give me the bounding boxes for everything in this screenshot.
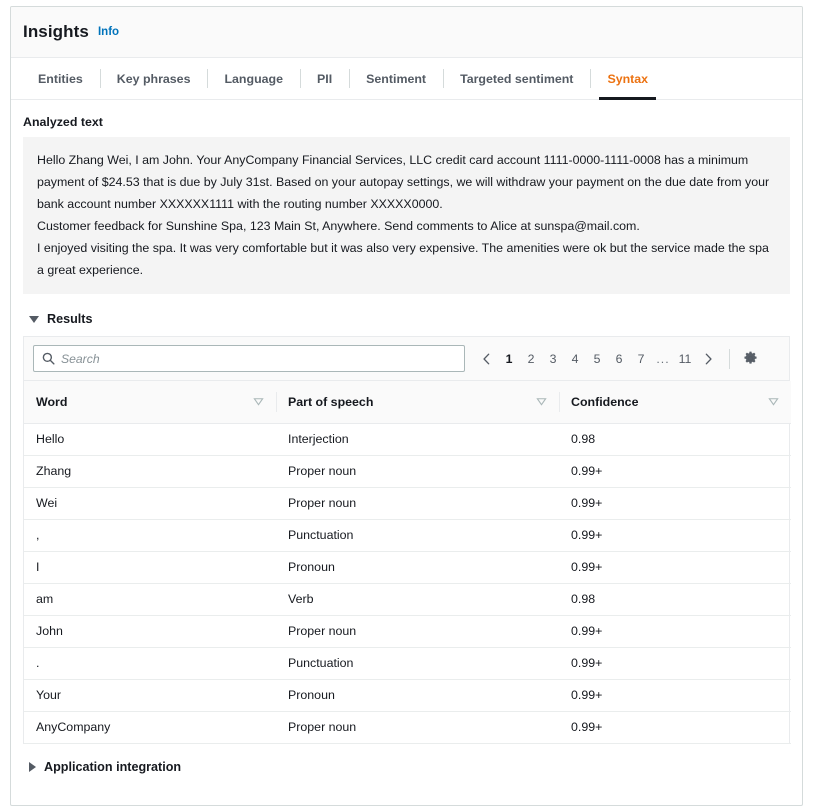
- cell-part-of-speech: Punctuation: [276, 519, 559, 551]
- cell-word: John: [24, 615, 276, 647]
- cell-part-of-speech: Proper noun: [276, 615, 559, 647]
- tab-entities[interactable]: Entities: [21, 58, 100, 99]
- pagination-page-5[interactable]: 5: [586, 346, 608, 372]
- tab-targeted-sentiment[interactable]: Targeted sentiment: [443, 58, 590, 99]
- cell-word: Wei: [24, 487, 276, 519]
- column-header-label: Part of speech: [288, 395, 373, 409]
- tab-pii[interactable]: PII: [300, 58, 349, 99]
- cell-part-of-speech: Pronoun: [276, 551, 559, 583]
- cell-word: Hello: [24, 423, 276, 455]
- table-row[interactable]: IPronoun0.99+: [24, 551, 791, 583]
- pagination-page-4[interactable]: 4: [564, 346, 586, 372]
- cell-confidence: 0.99+: [559, 519, 791, 551]
- analyzed-text-paragraph: Customer feedback for Sunshine Spa, 123 …: [37, 215, 776, 237]
- cell-part-of-speech: Proper noun: [276, 711, 559, 743]
- column-header-label: Confidence: [571, 395, 638, 409]
- pagination-page-6[interactable]: 6: [608, 346, 630, 372]
- cell-confidence: 0.99+: [559, 487, 791, 519]
- analyzed-text-paragraph: Hello Zhang Wei, I am John. Your AnyComp…: [37, 149, 776, 215]
- tab-syntax[interactable]: Syntax: [590, 58, 665, 99]
- cell-part-of-speech: Proper noun: [276, 487, 559, 519]
- results-title: Results: [47, 312, 93, 326]
- search-icon: [42, 352, 55, 365]
- results-table-head: Word Part of speech Confidence: [24, 381, 791, 423]
- cell-word: am: [24, 583, 276, 615]
- chevron-right-icon: [29, 762, 36, 772]
- table-header-row: Word Part of speech Confidence: [24, 381, 791, 423]
- table-row[interactable]: WeiProper noun0.99+: [24, 487, 791, 519]
- cell-word: AnyCompany: [24, 711, 276, 743]
- pagination-page-3[interactable]: 3: [542, 346, 564, 372]
- analyzed-text-label: Analyzed text: [23, 115, 802, 129]
- cell-confidence: 0.99+: [559, 711, 791, 743]
- panel-header: Insights Info: [11, 7, 802, 58]
- info-link[interactable]: Info: [98, 26, 119, 38]
- results-section-toggle[interactable]: Results: [29, 312, 802, 326]
- cell-confidence: 0.98: [559, 423, 791, 455]
- tab-language[interactable]: Language: [207, 58, 300, 99]
- cell-confidence: 0.98: [559, 583, 791, 615]
- pagination-prev-button[interactable]: [474, 346, 498, 372]
- cell-word: ,: [24, 519, 276, 551]
- column-header-confidence[interactable]: Confidence: [559, 381, 791, 423]
- table-row[interactable]: ZhangProper noun0.99+: [24, 455, 791, 487]
- table-row[interactable]: AnyCompanyProper noun0.99+: [24, 711, 791, 743]
- pagination-page-11[interactable]: 11: [674, 346, 696, 372]
- results-table-body: HelloInterjection0.98ZhangProper noun0.9…: [24, 423, 791, 743]
- pagination: 1234567...11: [474, 346, 763, 372]
- cell-part-of-speech: Proper noun: [276, 455, 559, 487]
- sort-triangle-icon[interactable]: [768, 396, 779, 407]
- table-row[interactable]: .Punctuation0.99+: [24, 647, 791, 679]
- cell-part-of-speech: Punctuation: [276, 647, 559, 679]
- chevron-down-icon: [29, 316, 39, 323]
- analyzed-text-box: Hello Zhang Wei, I am John. Your AnyComp…: [23, 137, 790, 294]
- page-title: Insights: [23, 22, 89, 42]
- cell-word: .: [24, 647, 276, 679]
- column-header-part-of-speech[interactable]: Part of speech: [276, 381, 559, 423]
- table-toolbar: 1234567...11: [24, 337, 789, 381]
- table-row[interactable]: ,Punctuation0.99+: [24, 519, 791, 551]
- insights-tabs: EntitiesKey phrasesLanguagePIISentimentT…: [11, 58, 802, 100]
- cell-confidence: 0.99+: [559, 615, 791, 647]
- analyzed-text-paragraph: I enjoyed visiting the spa. It was very …: [37, 237, 776, 281]
- cell-word: I: [24, 551, 276, 583]
- table-row[interactable]: YourPronoun0.99+: [24, 679, 791, 711]
- cell-part-of-speech: Pronoun: [276, 679, 559, 711]
- cell-word: Your: [24, 679, 276, 711]
- cell-confidence: 0.99+: [559, 455, 791, 487]
- sort-triangle-icon[interactable]: [536, 396, 547, 407]
- cell-word: Zhang: [24, 455, 276, 487]
- cell-part-of-speech: Verb: [276, 583, 559, 615]
- cell-part-of-speech: Interjection: [276, 423, 559, 455]
- results-table-container: 1234567...11: [23, 336, 790, 744]
- toolbar-divider: [729, 349, 730, 369]
- pagination-page-7[interactable]: 7: [630, 346, 652, 372]
- table-row[interactable]: amVerb0.98: [24, 583, 791, 615]
- application-integration-title: Application integration: [44, 760, 181, 774]
- gear-icon[interactable]: [737, 346, 763, 372]
- pagination-ellipsis: ...: [652, 346, 674, 372]
- column-header-label: Word: [36, 395, 67, 409]
- tab-key-phrases[interactable]: Key phrases: [100, 58, 208, 99]
- table-row[interactable]: HelloInterjection0.98: [24, 423, 791, 455]
- sort-triangle-icon[interactable]: [253, 396, 264, 407]
- cell-confidence: 0.99+: [559, 647, 791, 679]
- insights-panel: Insights Info EntitiesKey phrasesLanguag…: [10, 6, 803, 806]
- application-integration-toggle[interactable]: Application integration: [29, 760, 802, 774]
- table-row[interactable]: JohnProper noun0.99+: [24, 615, 791, 647]
- cell-confidence: 0.99+: [559, 551, 791, 583]
- results-table: Word Part of speech Confidence HelloInterj…: [24, 381, 791, 744]
- tab-sentiment[interactable]: Sentiment: [349, 58, 443, 99]
- pagination-page-1[interactable]: 1: [498, 346, 520, 372]
- search-field[interactable]: [33, 345, 465, 372]
- pagination-page-2[interactable]: 2: [520, 346, 542, 372]
- column-header-word[interactable]: Word: [24, 381, 276, 423]
- pagination-next-button[interactable]: [696, 346, 720, 372]
- search-input[interactable]: [61, 346, 464, 371]
- cell-confidence: 0.99+: [559, 679, 791, 711]
